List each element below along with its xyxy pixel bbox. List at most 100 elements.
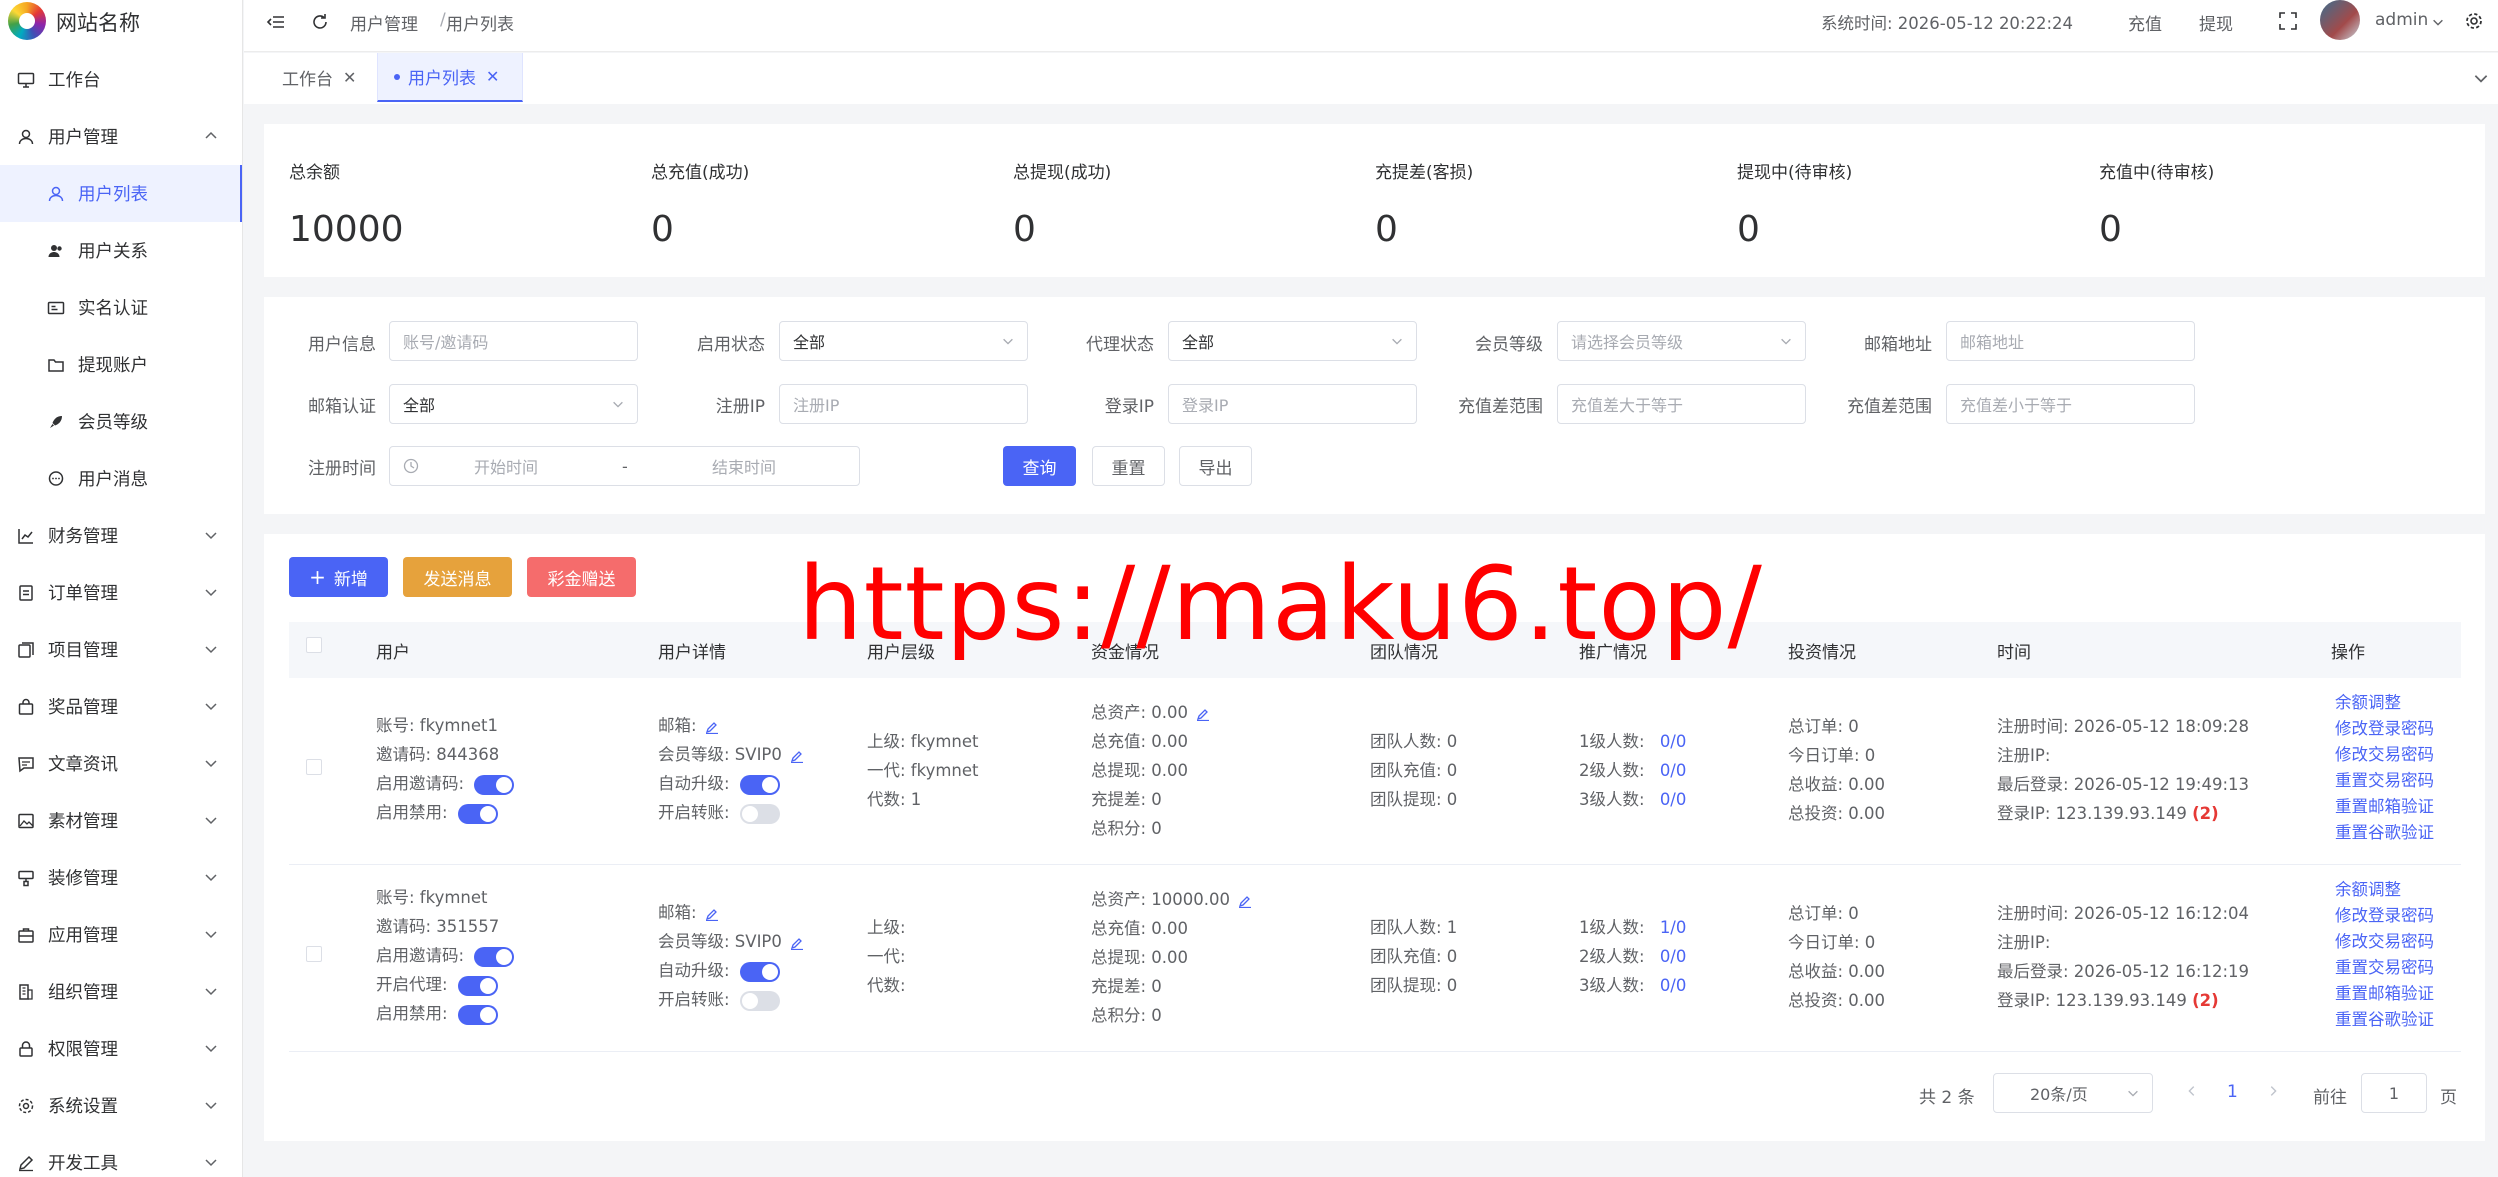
auto-upgrade-toggle[interactable] bbox=[739, 774, 780, 795]
next-page-icon[interactable] bbox=[2266, 1084, 2280, 1098]
sidebar-item-dev-tools[interactable]: 开发工具 bbox=[0, 1134, 242, 1177]
sidebar-item-decoration[interactable]: 装修管理 bbox=[0, 849, 242, 906]
enable-status-select[interactable]: 全部 bbox=[779, 321, 1028, 361]
agent-toggle[interactable] bbox=[457, 975, 498, 996]
login-ip-input[interactable]: 登录IP bbox=[1168, 384, 1417, 424]
level1-link[interactable]: 1/0 bbox=[1660, 918, 1687, 937]
filter-label: 启用状态 bbox=[697, 335, 765, 355]
prev-page-icon[interactable] bbox=[2185, 1084, 2199, 1098]
diff-max-input[interactable]: 充值差小于等于 bbox=[1946, 384, 2195, 424]
sidebar-item-user-messages[interactable]: 用户消息 bbox=[0, 450, 242, 507]
sidebar-item-orders[interactable]: 订单管理 bbox=[0, 564, 242, 621]
reset-trade-password-link[interactable]: 重置交易密码 bbox=[2335, 955, 2434, 981]
adjust-balance-link[interactable]: 余额调整 bbox=[2335, 690, 2434, 716]
query-button[interactable]: 查询 bbox=[1003, 446, 1076, 486]
send-message-button[interactable]: 发送消息 bbox=[403, 557, 512, 597]
transfer-toggle[interactable] bbox=[739, 990, 780, 1011]
reset-trade-password-link[interactable]: 重置交易密码 bbox=[2335, 768, 2434, 794]
sidebar-item-articles[interactable]: 文章资讯 bbox=[0, 735, 242, 792]
sidebar-item-real-name[interactable]: 实名认证 bbox=[0, 279, 242, 336]
change-login-password-link[interactable]: 修改登录密码 bbox=[2335, 716, 2434, 742]
folder-icon bbox=[46, 355, 66, 375]
page-number-current[interactable]: 1 bbox=[2227, 1082, 2238, 1102]
edit-icon[interactable] bbox=[1238, 894, 1252, 908]
edit-icon[interactable] bbox=[705, 907, 719, 921]
agent-status-select[interactable]: 全部 bbox=[1168, 321, 1417, 361]
fullscreen-icon[interactable] bbox=[2278, 11, 2298, 31]
add-user-button[interactable]: + 新增 bbox=[289, 557, 388, 597]
menu-fold-icon[interactable] bbox=[266, 12, 286, 32]
diff-min-input[interactable]: 充值差大于等于 bbox=[1557, 384, 1806, 424]
level1-link[interactable]: 0/0 bbox=[1660, 732, 1687, 751]
reset-google-verify-link[interactable]: 重置谷歌验证 bbox=[2335, 820, 2434, 846]
invite-code-toggle[interactable] bbox=[474, 774, 515, 795]
avatar[interactable] bbox=[2320, 0, 2360, 40]
sidebar-item-apps[interactable]: 应用管理 bbox=[0, 906, 242, 963]
select-all-checkbox[interactable] bbox=[306, 637, 322, 653]
edit-icon[interactable] bbox=[790, 749, 804, 763]
sidebar-item-user-list[interactable]: 用户列表 bbox=[0, 165, 242, 222]
tab-dashboard[interactable]: 工作台 ✕ bbox=[266, 53, 372, 102]
breadcrumb-item[interactable]: 用户管理 bbox=[350, 10, 418, 35]
close-icon[interactable]: ✕ bbox=[343, 68, 356, 87]
sidebar-item-organization[interactable]: 组织管理 bbox=[0, 963, 242, 1020]
edit-icon[interactable] bbox=[790, 936, 804, 950]
sidebar-item-withdraw-account[interactable]: 提现账户 bbox=[0, 336, 242, 393]
reg-ip-input[interactable]: 注册IP bbox=[779, 384, 1028, 424]
sidebar-item-finance[interactable]: 财务管理 bbox=[0, 507, 242, 564]
enable-toggle[interactable] bbox=[457, 803, 498, 824]
page-size-select[interactable]: 20条/页 bbox=[1993, 1073, 2153, 1113]
level3-link[interactable]: 0/0 bbox=[1660, 790, 1687, 809]
row-checkbox[interactable] bbox=[306, 759, 322, 775]
sidebar-item-user-relations[interactable]: 用户关系 bbox=[0, 222, 242, 279]
sidebar-item-dashboard[interactable]: 工作台 bbox=[0, 51, 242, 108]
edit-icon[interactable] bbox=[705, 720, 719, 734]
user-info-input[interactable]: 账号/邀请码 bbox=[389, 321, 638, 361]
reset-button[interactable]: 重置 bbox=[1092, 446, 1165, 486]
enable-toggle[interactable] bbox=[457, 1004, 498, 1025]
change-trade-password-link[interactable]: 修改交易密码 bbox=[2335, 929, 2434, 955]
reset-google-verify-link[interactable]: 重置谷歌验证 bbox=[2335, 1007, 2434, 1033]
chevron-down-icon[interactable] bbox=[2472, 69, 2490, 87]
refresh-icon[interactable] bbox=[310, 12, 330, 32]
transfer-toggle[interactable] bbox=[739, 803, 780, 824]
end-time[interactable]: 结束时间 bbox=[712, 454, 776, 478]
level2-link[interactable]: 0/0 bbox=[1660, 947, 1687, 966]
row-checkbox[interactable] bbox=[306, 946, 322, 962]
login-count-badge[interactable]: (2) bbox=[2192, 991, 2219, 1010]
sidebar-item-materials[interactable]: 素材管理 bbox=[0, 792, 242, 849]
reg-time-range-picker[interactable]: 开始时间 - 结束时间 bbox=[389, 446, 860, 486]
change-trade-password-link[interactable]: 修改交易密码 bbox=[2335, 742, 2434, 768]
withdraw-button[interactable]: 提现 bbox=[2199, 10, 2233, 35]
invite-code-toggle[interactable] bbox=[474, 946, 515, 967]
close-icon[interactable]: ✕ bbox=[486, 67, 499, 86]
member-level-select[interactable]: 请选择会员等级 bbox=[1557, 321, 1806, 361]
auto-upgrade-toggle[interactable] bbox=[739, 961, 780, 982]
sidebar-item-prizes[interactable]: 奖品管理 bbox=[0, 678, 242, 735]
email-verify-select[interactable]: 全部 bbox=[389, 384, 638, 424]
bonus-button[interactable]: 彩金赠送 bbox=[527, 557, 636, 597]
sidebar-item-permissions[interactable]: 权限管理 bbox=[0, 1020, 242, 1077]
sidebar-item-system-settings[interactable]: 系统设置 bbox=[0, 1077, 242, 1134]
reset-email-verify-link[interactable]: 重置邮箱验证 bbox=[2335, 981, 2434, 1007]
change-login-password-link[interactable]: 修改登录密码 bbox=[2335, 903, 2434, 929]
sidebar-item-user-management[interactable]: 用户管理 bbox=[0, 108, 242, 165]
settings-icon[interactable] bbox=[2464, 11, 2484, 31]
sidebar-item-member-level[interactable]: 会员等级 bbox=[0, 393, 242, 450]
recharge-button[interactable]: 充值 bbox=[2128, 10, 2162, 35]
tab-user-list[interactable]: 用户列表 ✕ bbox=[377, 53, 523, 102]
chevron-down-icon bbox=[205, 703, 217, 711]
reset-email-verify-link[interactable]: 重置邮箱验证 bbox=[2335, 794, 2434, 820]
start-time[interactable]: 开始时间 bbox=[474, 454, 538, 478]
goto-page-input[interactable]: 1 bbox=[2361, 1073, 2427, 1113]
level2-link[interactable]: 0/0 bbox=[1660, 761, 1687, 780]
level3-link[interactable]: 0/0 bbox=[1660, 976, 1687, 995]
chevron-down-icon[interactable] bbox=[2431, 15, 2445, 29]
export-button[interactable]: 导出 bbox=[1179, 446, 1252, 486]
adjust-balance-link[interactable]: 余额调整 bbox=[2335, 877, 2434, 903]
email-input[interactable]: 邮箱地址 bbox=[1946, 321, 2195, 361]
login-count-badge[interactable]: (2) bbox=[2192, 804, 2219, 823]
sidebar-item-projects[interactable]: 项目管理 bbox=[0, 621, 242, 678]
username[interactable]: admin bbox=[2375, 10, 2428, 30]
edit-icon[interactable] bbox=[1196, 707, 1210, 721]
